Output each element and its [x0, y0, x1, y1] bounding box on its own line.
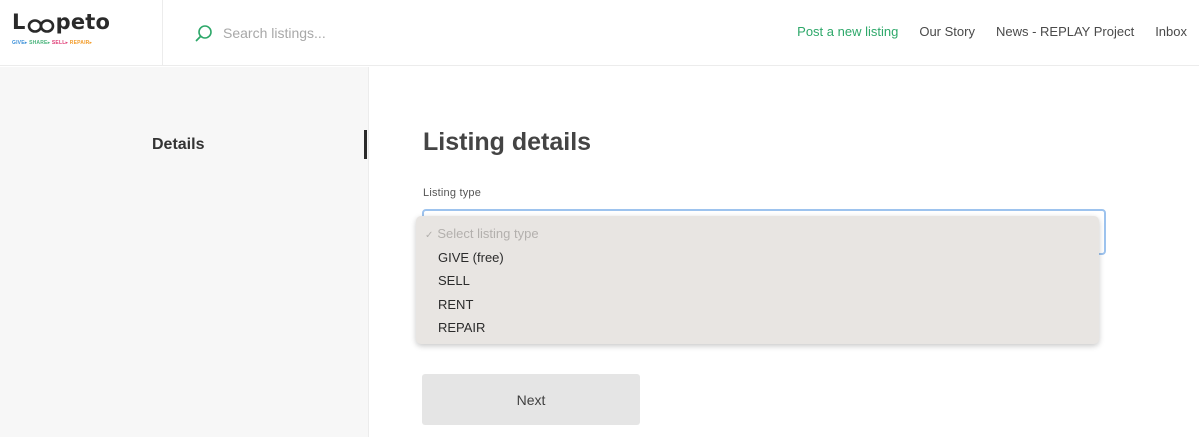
nav-our-story[interactable]: Our Story — [919, 24, 975, 39]
option-label: Select listing type — [437, 226, 539, 241]
logo-text-end: peto — [55, 10, 111, 34]
nav-inbox[interactable]: Inbox — [1155, 24, 1187, 39]
top-bar: L peto GIVE▸ SHARE▸ SELL▸ REPAIR▸ Search… — [0, 0, 1199, 66]
check-icon: ✓ — [425, 230, 434, 241]
side-panel: Details — [0, 67, 369, 437]
tab-details[interactable]: Details — [152, 136, 204, 154]
search-bar[interactable] — [195, 22, 495, 44]
listing-type-option-give[interactable]: GIVE (free) — [416, 250, 1099, 274]
tagline-give: GIVE▸ — [12, 40, 28, 46]
nav-news-replay-project[interactable]: News - REPLAY Project — [996, 24, 1134, 39]
logo-wordmark: L peto — [12, 10, 110, 34]
nav-post-new-listing[interactable]: Post a new listing — [797, 24, 898, 39]
top-nav: Post a new listing Our Story News - REPL… — [797, 24, 1187, 39]
tagline-share: SHARE▸ — [29, 40, 51, 46]
logo-tagline: GIVE▸ SHARE▸ SELL▸ REPAIR▸ — [12, 40, 92, 46]
listing-type-label: Listing type — [423, 187, 482, 199]
next-button[interactable]: Next — [422, 374, 640, 425]
search-icon[interactable] — [195, 24, 213, 42]
tagline-repair: REPAIR▸ — [69, 40, 93, 46]
listing-type-option-repair[interactable]: REPAIR — [416, 320, 1099, 344]
loopeto-logo[interactable]: L peto GIVE▸ SHARE▸ SELL▸ REPAIR▸ — [12, 10, 152, 56]
listing-type-option-rent[interactable]: RENT — [416, 297, 1099, 321]
tagline-sell: SELL▸ — [51, 40, 69, 46]
listing-type-dropdown: ✓ Select listing type GIVE (free) SELL RE… — [416, 216, 1099, 344]
infinity-loop-icon — [27, 15, 55, 33]
active-tab-indicator — [364, 130, 367, 159]
logo-text-start: L — [12, 10, 26, 34]
page-title: Listing details — [423, 128, 592, 156]
listing-type-option-sell[interactable]: SELL — [416, 273, 1099, 297]
header-divider — [162, 0, 163, 66]
listing-type-option-placeholder[interactable]: ✓ Select listing type — [416, 226, 1099, 250]
search-input[interactable] — [223, 25, 483, 41]
